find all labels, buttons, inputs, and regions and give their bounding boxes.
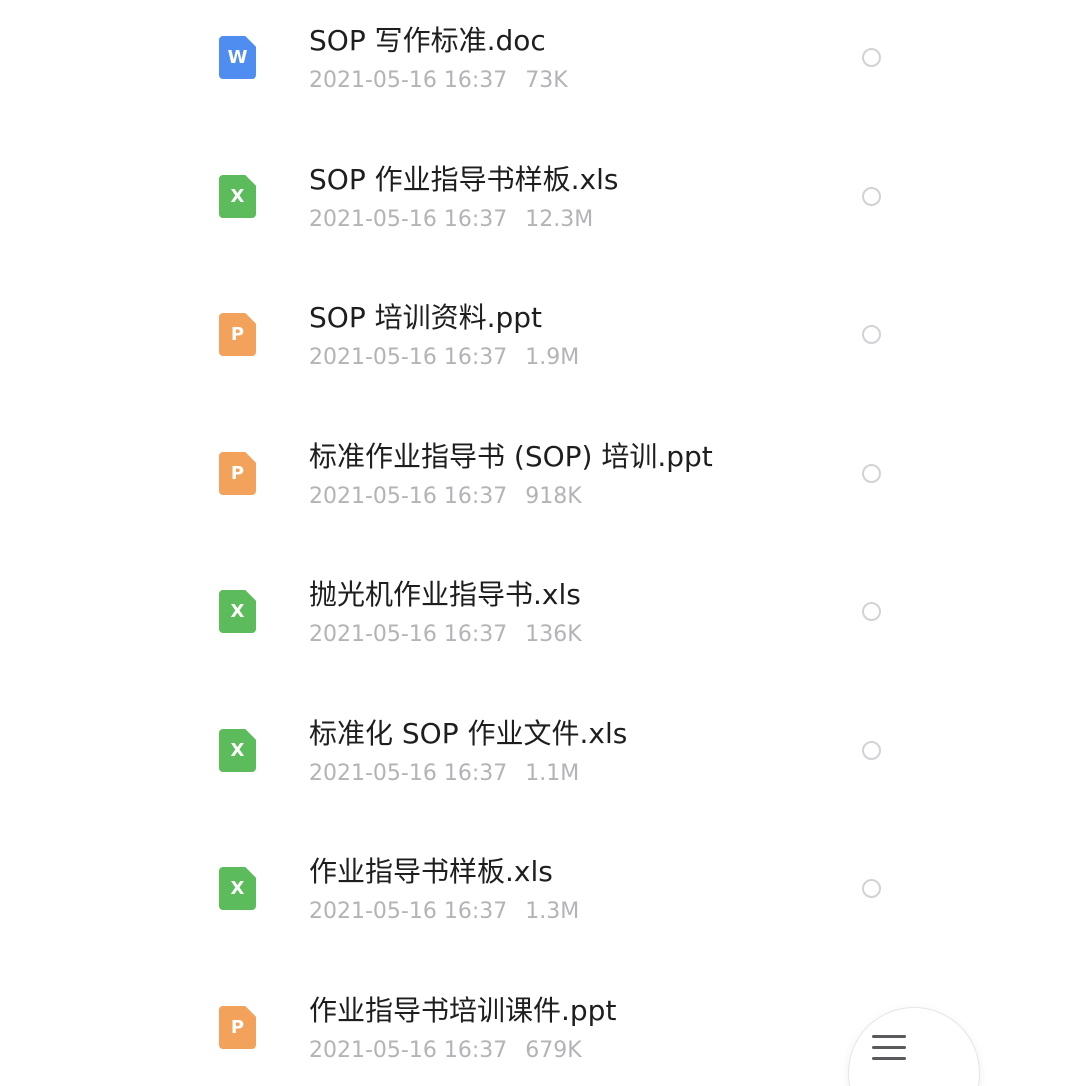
file-date: 2021-05-16 16:37 bbox=[309, 1038, 508, 1063]
excel-xls-icon: X bbox=[219, 175, 256, 218]
file-size: 918K bbox=[525, 484, 582, 509]
select-radio[interactable] bbox=[862, 187, 881, 206]
file-size: 679K bbox=[525, 1038, 582, 1063]
excel-xls-icon: X bbox=[219, 867, 256, 910]
file-row[interactable]: W SOP 写作标准.doc 2021-05-16 16:37 73K bbox=[0, 0, 1086, 138]
file-date: 2021-05-16 16:37 bbox=[309, 761, 508, 786]
file-date: 2021-05-16 16:37 bbox=[309, 484, 508, 509]
file-size: 1.3M bbox=[525, 899, 580, 924]
file-size: 1.9M bbox=[525, 345, 580, 370]
file-name: 标准作业指导书 (SOP) 培训.ppt bbox=[309, 440, 713, 473]
file-meta: 2021-05-16 16:37 12.3M bbox=[309, 206, 593, 234]
excel-xls-icon: X bbox=[219, 729, 256, 772]
file-meta: 2021-05-16 16:37 73K bbox=[309, 67, 568, 95]
file-meta: 2021-05-16 16:37 1.1M bbox=[309, 760, 579, 788]
file-row[interactable]: P SOP 培训资料.ppt 2021-05-16 16:37 1.9M bbox=[0, 277, 1086, 415]
select-radio[interactable] bbox=[862, 741, 881, 760]
file-name: 抛光机作业指导书.xls bbox=[309, 578, 581, 611]
file-row[interactable]: X 标准化 SOP 作业文件.xls 2021-05-16 16:37 1.1M bbox=[0, 693, 1086, 831]
select-radio[interactable] bbox=[862, 879, 881, 898]
file-name: 作业指导书样板.xls bbox=[309, 855, 553, 888]
powerpoint-ppt-icon: P bbox=[219, 452, 256, 495]
powerpoint-ppt-icon: P bbox=[219, 1006, 256, 1049]
select-radio[interactable] bbox=[862, 325, 881, 344]
file-meta: 2021-05-16 16:37 1.3M bbox=[309, 898, 579, 926]
file-row[interactable]: X SOP 作业指导书样板.xls 2021-05-16 16:37 12.3M bbox=[0, 139, 1086, 277]
file-meta: 2021-05-16 16:37 136K bbox=[309, 621, 582, 649]
file-date: 2021-05-16 16:37 bbox=[309, 345, 508, 370]
file-name: SOP 培训资料.ppt bbox=[309, 301, 543, 334]
file-row[interactable]: X 作业指导书样板.xls 2021-05-16 16:37 1.3M bbox=[0, 831, 1086, 969]
file-name: SOP 写作标准.doc bbox=[309, 24, 546, 57]
file-size: 1.1M bbox=[525, 761, 580, 786]
select-radio[interactable] bbox=[862, 48, 881, 67]
file-size: 73K bbox=[525, 68, 568, 93]
word-doc-icon: W bbox=[219, 36, 256, 79]
file-name: 作业指导书培训课件.ppt bbox=[309, 994, 617, 1027]
file-meta: 2021-05-16 16:37 918K bbox=[309, 483, 582, 511]
file-row[interactable]: P 标准作业指导书 (SOP) 培训.ppt 2021-05-16 16:37 9… bbox=[0, 416, 1086, 554]
file-date: 2021-05-16 16:37 bbox=[309, 207, 508, 232]
file-date: 2021-05-16 16:37 bbox=[309, 622, 508, 647]
file-date: 2021-05-16 16:37 bbox=[309, 899, 508, 924]
file-list: W SOP 写作标准.doc 2021-05-16 16:37 73K X SOP… bbox=[0, 0, 1086, 1086]
file-name: SOP 作业指导书样板.xls bbox=[309, 163, 619, 196]
file-row[interactable]: X 抛光机作业指导书.xls 2021-05-16 16:37 136K bbox=[0, 554, 1086, 692]
select-radio[interactable] bbox=[862, 464, 881, 483]
select-radio[interactable] bbox=[862, 602, 881, 621]
file-size: 136K bbox=[525, 622, 582, 647]
file-name: 标准化 SOP 作业文件.xls bbox=[309, 717, 628, 750]
file-meta: 2021-05-16 16:37 679K bbox=[309, 1037, 582, 1065]
excel-xls-icon: X bbox=[219, 590, 256, 633]
file-meta: 2021-05-16 16:37 1.9M bbox=[309, 344, 579, 372]
hamburger-menu-icon bbox=[872, 1035, 906, 1061]
powerpoint-ppt-icon: P bbox=[219, 313, 256, 356]
file-size: 12.3M bbox=[525, 207, 594, 232]
file-date: 2021-05-16 16:37 bbox=[309, 68, 508, 93]
